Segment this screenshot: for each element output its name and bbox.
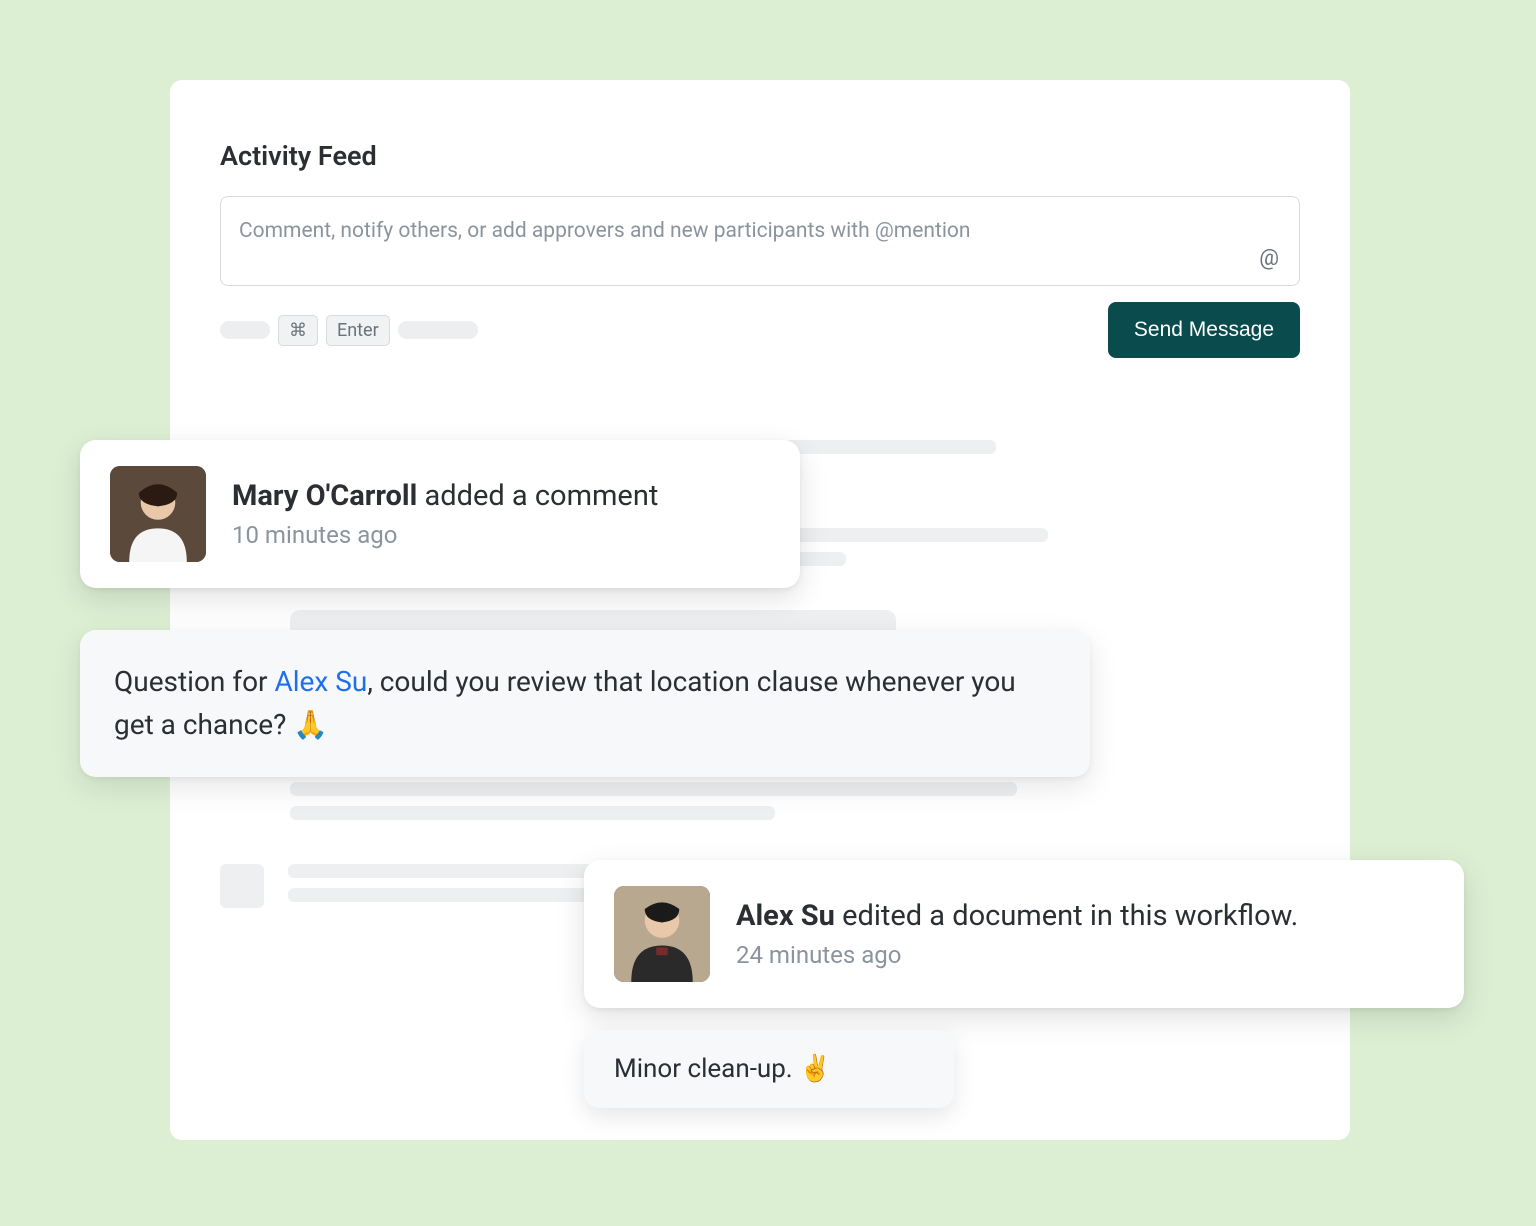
composer-footer: ⌘ Enter Send Message: [220, 302, 1300, 358]
author-name: Mary O'Carroll: [232, 479, 417, 513]
comment-bubble-mary: Question for Alex Su, could you review t…: [80, 630, 1090, 777]
avatar-placeholder-icon: [614, 886, 710, 982]
activity-card-mary: Mary O'Carroll added a comment 10 minute…: [80, 440, 800, 588]
avatar-mary: [110, 466, 206, 562]
kbd-cmd: ⌘: [278, 315, 318, 346]
comment-text: Minor clean-up.: [614, 1054, 799, 1084]
mention-link[interactable]: Alex Su: [274, 665, 367, 698]
hint-skeleton: [220, 321, 270, 339]
comment-composer[interactable]: Comment, notify others, or add approvers…: [220, 196, 1300, 286]
skeleton-line: [290, 806, 775, 820]
comment-bubble-alex: Minor clean-up. ✌️: [584, 1030, 954, 1108]
activity-action: added a comment: [417, 479, 658, 513]
avatar-alex: [614, 886, 710, 982]
avatar-placeholder-icon: [110, 466, 206, 562]
pray-icon: 🙏: [293, 708, 328, 741]
activity-card-alex: Alex Su edited a document in this workfl…: [584, 860, 1464, 1008]
kbd-enter: Enter: [326, 315, 390, 346]
activity-timestamp: 10 minutes ago: [232, 521, 658, 549]
send-button[interactable]: Send Message: [1108, 302, 1300, 358]
activity-timestamp: 24 minutes ago: [736, 941, 1298, 969]
composer-hint: ⌘ Enter: [220, 315, 478, 346]
author-name: Alex Su: [736, 899, 835, 933]
skeleton-avatar: [220, 864, 264, 908]
activity-headline: Mary O'Carroll added a comment: [232, 479, 658, 513]
composer-placeholder: Comment, notify others, or add approvers…: [239, 219, 971, 243]
activity-action: edited a document in this workflow.: [835, 899, 1298, 933]
activity-headline: Alex Su edited a document in this workfl…: [736, 899, 1298, 933]
hint-skeleton: [398, 321, 478, 339]
mention-icon[interactable]: @: [1259, 246, 1279, 271]
victory-icon: ✌️: [799, 1054, 831, 1084]
panel-title: Activity Feed: [220, 140, 1300, 172]
skeleton-line: [290, 782, 1017, 796]
comment-text: Question for: [114, 665, 274, 698]
